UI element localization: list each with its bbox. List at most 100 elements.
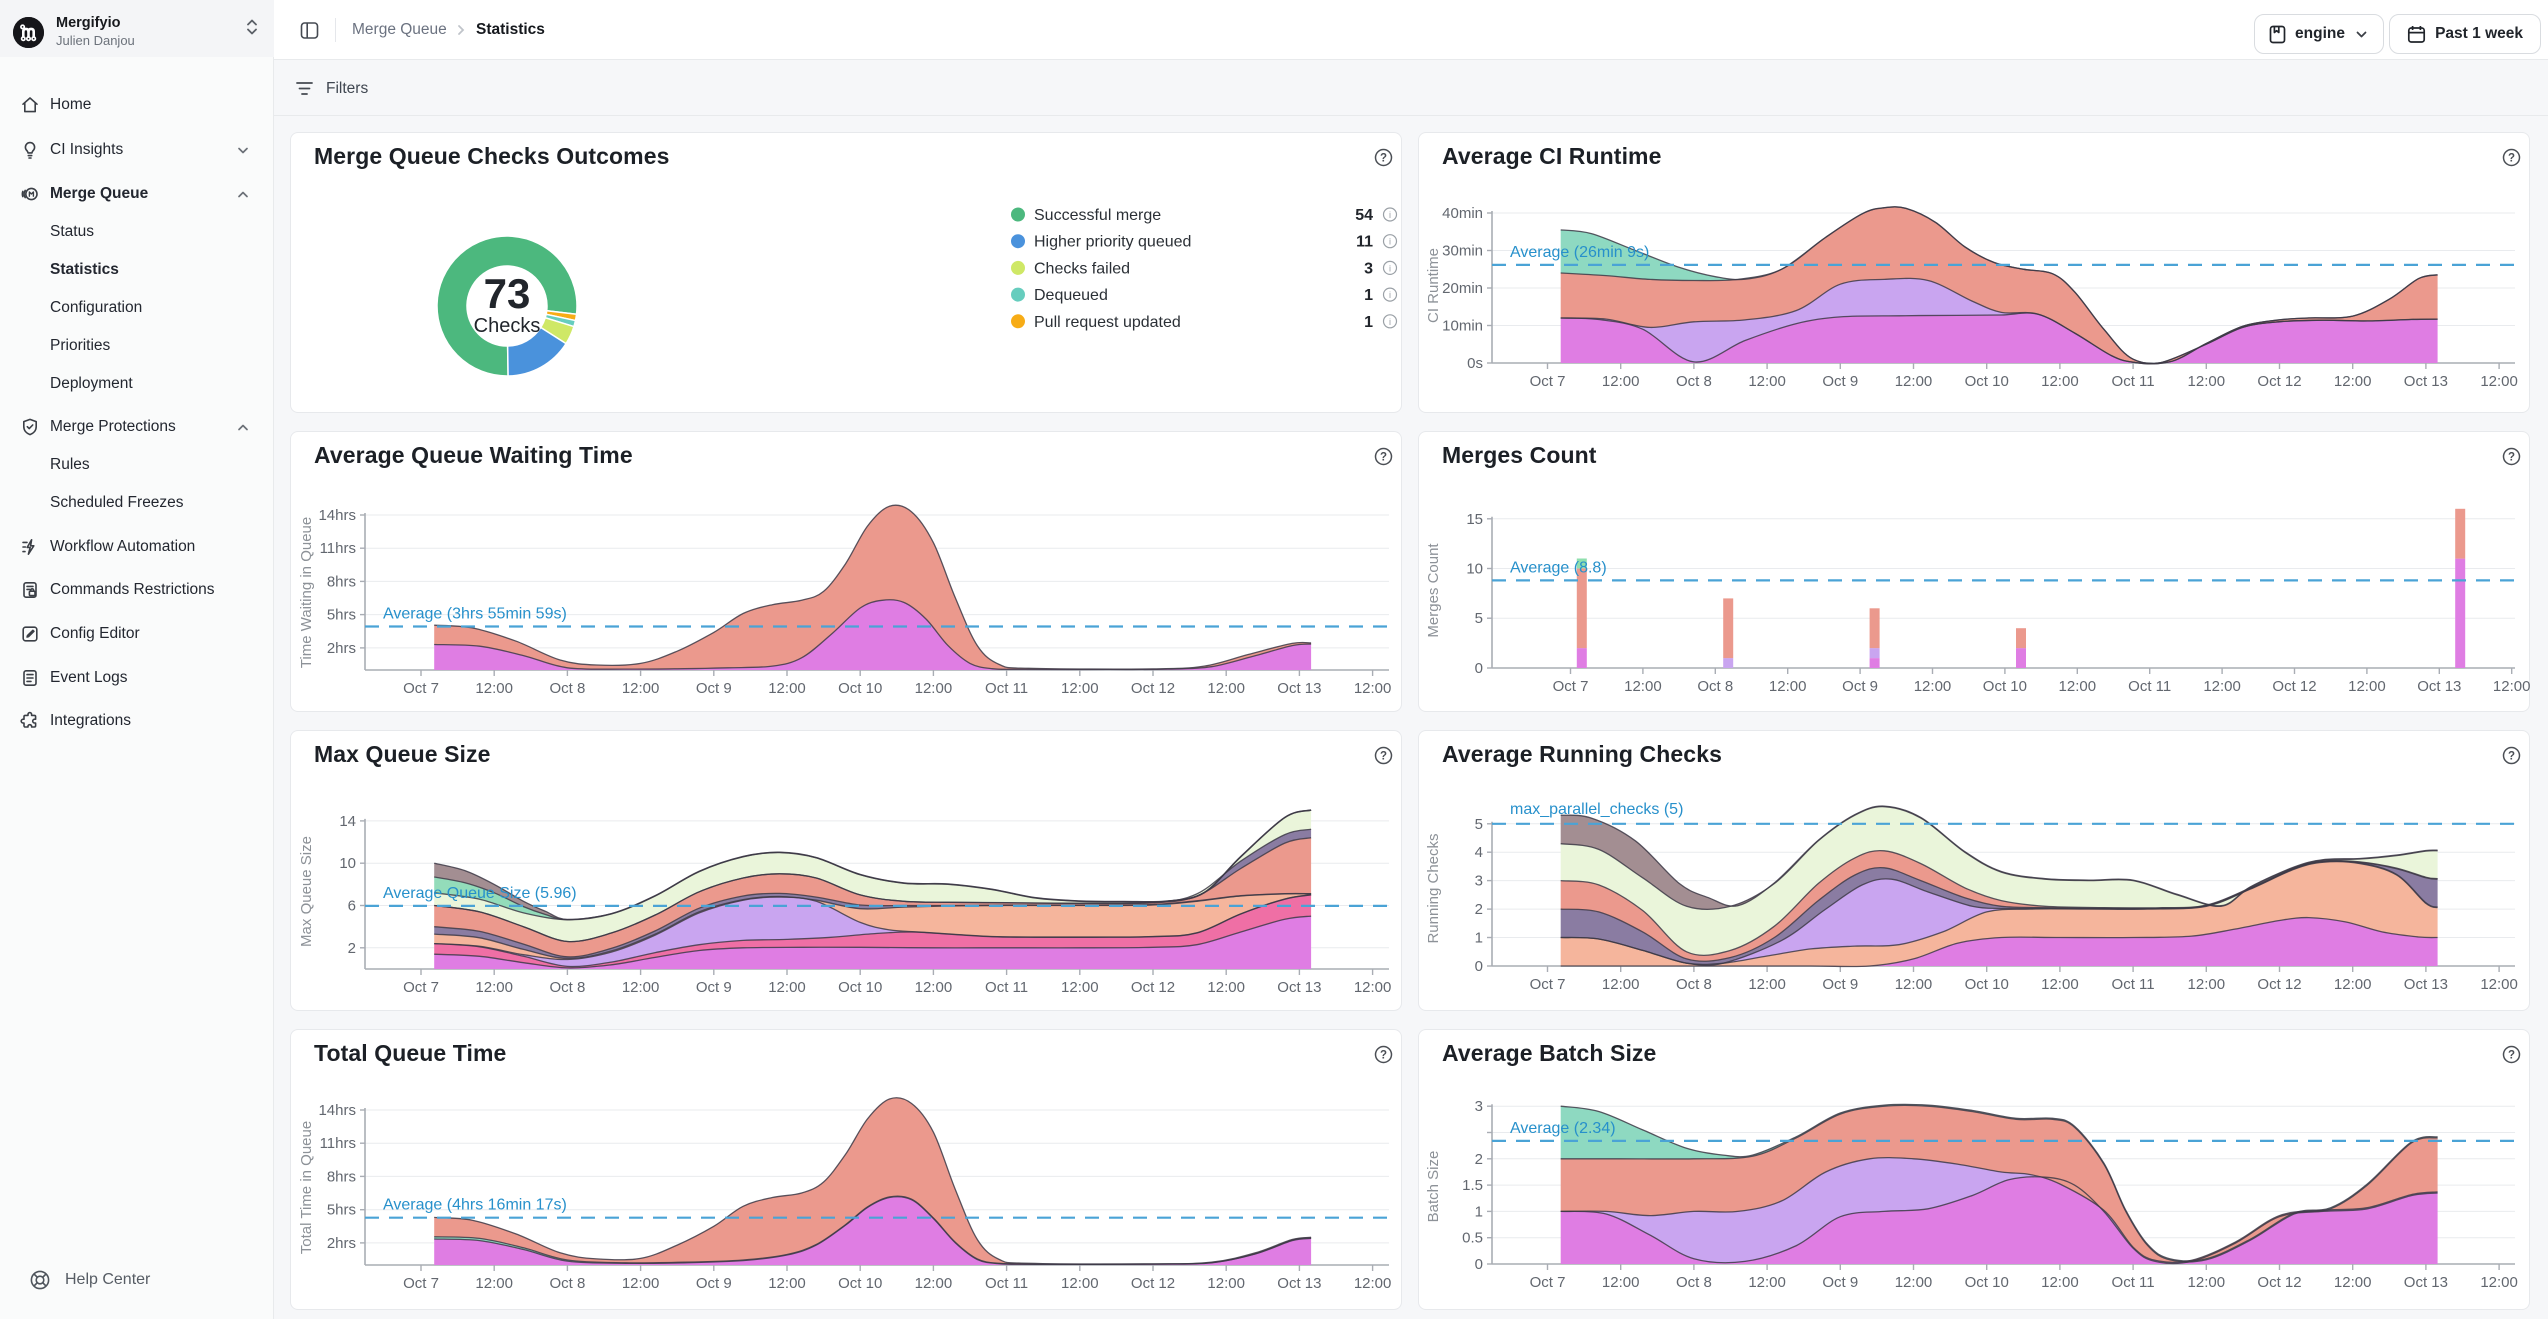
svg-text:Oct 9: Oct 9 [696,979,732,996]
svg-text:1: 1 [1475,1203,1483,1220]
svg-text:Oct 10: Oct 10 [838,1275,882,1292]
svg-text:10: 10 [1466,561,1483,578]
svg-text:12:00: 12:00 [2480,976,2518,993]
svg-text:Time Waiting in Queue: Time Waiting in Queue [298,517,315,668]
svg-text:5hrs: 5hrs [327,607,356,624]
svg-text:Oct 12: Oct 12 [1131,979,1175,996]
svg-text:Oct 7: Oct 7 [1530,373,1566,390]
svg-text:12:00: 12:00 [1602,1274,1640,1291]
svg-text:0: 0 [1475,660,1483,677]
svg-text:i: i [1389,263,1391,273]
svg-text:Oct 10: Oct 10 [1983,678,2027,695]
svg-text:2: 2 [1475,1151,1483,1168]
svg-text:12:00: 12:00 [1748,373,1786,390]
svg-text:8hrs: 8hrs [327,573,356,590]
svg-text:12:00: 12:00 [622,979,660,996]
svg-text:12:00: 12:00 [2041,1274,2079,1291]
svg-text:Oct 9: Oct 9 [696,680,732,697]
svg-text:Oct 13: Oct 13 [2404,1274,2448,1291]
svg-text:Oct 7: Oct 7 [1530,1274,1566,1291]
svg-text:0: 0 [1475,958,1483,975]
svg-text:Average (2.34): Average (2.34) [1510,1120,1616,1137]
svg-text:Oct 11: Oct 11 [985,1275,1028,1292]
svg-text:54: 54 [1355,207,1373,224]
svg-text:0s: 0s [1467,355,1483,372]
svg-text:Oct 8: Oct 8 [1676,1274,1712,1291]
svg-text:Average (8.8): Average (8.8) [1510,559,1607,576]
svg-text:73: 73 [484,270,531,317]
svg-text:Oct 7: Oct 7 [403,1275,439,1292]
svg-text:Oct 9: Oct 9 [1822,976,1858,993]
svg-text:Total Time in Queue: Total Time in Queue [298,1121,315,1254]
svg-text:2hrs: 2hrs [327,1235,356,1252]
svg-text:14hrs: 14hrs [318,507,356,524]
svg-text:20min: 20min [1442,280,1483,297]
svg-text:15: 15 [1466,511,1483,528]
svg-text:12:00: 12:00 [622,1275,660,1292]
svg-text:4: 4 [1475,844,1483,861]
svg-text:10: 10 [339,855,356,872]
svg-text:Oct 11: Oct 11 [2112,976,2155,993]
svg-text:12:00: 12:00 [1748,1274,1786,1291]
svg-text:12:00: 12:00 [475,1275,513,1292]
svg-text:Oct 11: Oct 11 [985,979,1028,996]
svg-text:3: 3 [1475,1098,1483,1115]
svg-text:Checks failed: Checks failed [1034,260,1130,277]
svg-text:1.5: 1.5 [1462,1177,1483,1194]
svg-text:10min: 10min [1442,318,1483,335]
svg-text:Oct 9: Oct 9 [1822,373,1858,390]
svg-text:Oct 12: Oct 12 [1131,680,1175,697]
svg-text:Average (26min 9s): Average (26min 9s) [1510,244,1649,261]
svg-text:Oct 8: Oct 8 [549,979,585,996]
svg-text:Checks: Checks [474,315,541,337]
svg-text:12:00: 12:00 [2188,1274,2226,1291]
svg-text:12:00: 12:00 [1602,976,1640,993]
svg-text:Oct 9: Oct 9 [1822,1274,1858,1291]
svg-text:12:00: 12:00 [915,979,953,996]
svg-text:0: 0 [1475,1256,1483,1273]
svg-text:Dequeued: Dequeued [1034,287,1108,304]
svg-text:Oct 7: Oct 7 [403,979,439,996]
svg-text:12:00: 12:00 [2188,373,2226,390]
svg-text:12:00: 12:00 [1061,979,1099,996]
svg-text:12:00: 12:00 [1914,678,1952,695]
svg-text:5hrs: 5hrs [327,1202,356,1219]
svg-text:Average (4hrs 16min 17s): Average (4hrs 16min 17s) [383,1197,567,1214]
svg-text:12:00: 12:00 [622,680,660,697]
svg-text:12:00: 12:00 [475,680,513,697]
svg-text:Oct 8: Oct 8 [549,680,585,697]
svg-text:Oct 13: Oct 13 [1277,680,1321,697]
svg-text:12:00: 12:00 [1207,680,1245,697]
svg-text:12:00: 12:00 [2059,678,2097,695]
svg-text:Oct 9: Oct 9 [1842,678,1878,695]
svg-text:1: 1 [1475,930,1483,947]
svg-text:12:00: 12:00 [1061,1275,1099,1292]
svg-text:12:00: 12:00 [1061,680,1099,697]
svg-text:Oct 12: Oct 12 [2257,976,2301,993]
svg-text:i: i [1389,237,1391,247]
svg-text:3: 3 [1475,873,1483,890]
svg-text:Oct 10: Oct 10 [1965,1274,2009,1291]
svg-text:12:00: 12:00 [2203,678,2241,695]
svg-text:12:00: 12:00 [1207,1275,1245,1292]
svg-text:12:00: 12:00 [1624,678,1662,695]
svg-text:3: 3 [1364,260,1373,277]
svg-text:12:00: 12:00 [1895,373,1933,390]
svg-text:2: 2 [348,940,356,957]
svg-text:12:00: 12:00 [1895,1274,1933,1291]
svg-text:Oct 11: Oct 11 [2112,1274,2155,1291]
svg-text:14hrs: 14hrs [318,1102,356,1119]
svg-text:12:00: 12:00 [2041,373,2079,390]
svg-text:12:00: 12:00 [1354,979,1392,996]
svg-text:Average Queue Size (5.96): Average Queue Size (5.96) [383,885,577,902]
svg-text:12:00: 12:00 [1895,976,1933,993]
svg-text:Oct 8: Oct 8 [1676,976,1712,993]
svg-text:Oct 13: Oct 13 [1277,1275,1321,1292]
svg-text:Higher priority queued: Higher priority queued [1034,234,1191,251]
svg-text:Oct 12: Oct 12 [1131,1275,1175,1292]
svg-text:12:00: 12:00 [1602,373,1640,390]
svg-text:i: i [1389,290,1391,300]
svg-text:12:00: 12:00 [1748,976,1786,993]
svg-text:CI Runtime: CI Runtime [1425,248,1442,323]
svg-text:max_parallel_checks (5): max_parallel_checks (5) [1510,801,1683,818]
